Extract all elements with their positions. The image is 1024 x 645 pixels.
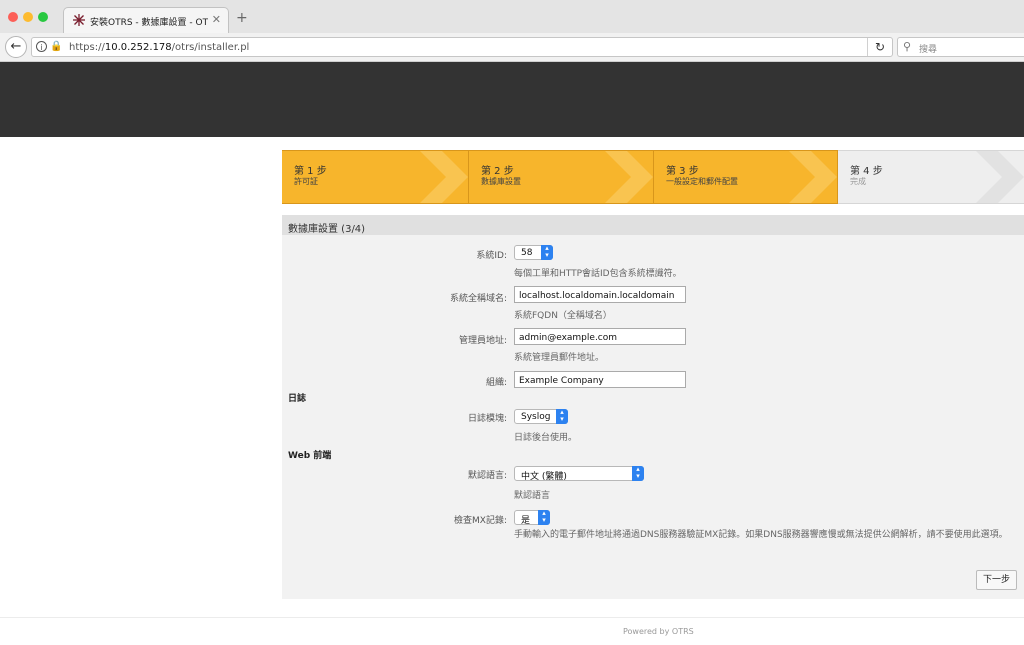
- default-language-value: 中文 (繁體): [521, 472, 567, 482]
- chevron-icon: [789, 151, 837, 203]
- fqdn-label: 系統全稱域名:: [449, 294, 507, 304]
- database-settings-panel: 數據庫設置 (3/4) 系統ID: 58 ▴ ▾ 每個工單和HTTP會話ID包含系…: [282, 215, 1024, 599]
- panel-title: 數據庫設置 (3/4): [288, 224, 366, 235]
- step-number: 第 1 步: [294, 166, 327, 177]
- window-maximize-button[interactable]: [38, 12, 48, 22]
- select-arrows-icon: ▴ ▾: [541, 245, 553, 260]
- admin-email-label: 管理員地址:: [458, 336, 507, 346]
- footer-divider: [0, 617, 1024, 618]
- log-module-hint: 日誌後台使用。: [514, 433, 578, 443]
- organization-label: 組織:: [485, 378, 507, 388]
- step-3: 第 3 步 一般設定和郵件配置: [654, 150, 838, 204]
- chevron-icon: [976, 151, 1024, 203]
- insecure-lock-icon[interactable]: 🔒: [50, 41, 62, 52]
- info-icon[interactable]: i: [36, 41, 47, 52]
- step-label: 完成: [850, 177, 866, 186]
- system-id-value: 58: [521, 248, 533, 258]
- system-id-select[interactable]: 58 ▴ ▾: [514, 245, 553, 260]
- system-id-label: 系統ID:: [476, 251, 507, 261]
- log-module-label: 日誌模塊:: [467, 414, 507, 424]
- step-number: 第 3 步: [666, 166, 699, 177]
- admin-email-input[interactable]: [514, 328, 686, 345]
- step-4: 第 4 步 完成: [838, 150, 1024, 204]
- url-host: 10.0.252.178: [104, 42, 172, 53]
- browser-navbar: ← i 🔒 https://10.0.252.178/otrs/installe…: [0, 33, 1024, 62]
- default-language-label: 默認語言:: [467, 471, 507, 481]
- step-label: 一般設定和郵件配置: [666, 177, 738, 186]
- log-module-select[interactable]: Syslog ▴ ▾: [514, 409, 568, 424]
- tab-title: 安裝OTRS - 數據庫設置 - OTRS: [90, 18, 208, 28]
- check-mx-label: 檢查MX記錄:: [454, 516, 507, 526]
- select-arrows-icon: ▴ ▾: [632, 466, 644, 481]
- url-path: /otrs/installer.pl: [171, 42, 250, 53]
- search-input[interactable]: ⚲ 搜尋: [897, 37, 1024, 57]
- default-language-select[interactable]: 中文 (繁體) ▴ ▾: [514, 466, 644, 482]
- log-module-value: Syslog: [521, 412, 551, 422]
- next-button[interactable]: 下一步: [976, 570, 1017, 590]
- step-label: 許可証: [294, 177, 318, 186]
- fqdn-hint: 系統FQDN（全稱域名）: [514, 311, 612, 321]
- chevron-icon: [605, 151, 653, 203]
- default-language-hint: 默認語言: [514, 491, 551, 501]
- browser-tab[interactable]: 安裝OTRS - 數據庫設置 - OTRS ✕: [63, 7, 229, 33]
- step-number: 第 2 步: [481, 166, 514, 177]
- window-close-button[interactable]: [8, 12, 18, 22]
- check-mx-select[interactable]: 是 ▴ ▾: [514, 510, 550, 526]
- otrs-favicon-icon: [73, 14, 85, 26]
- url-prefix: https://: [69, 42, 105, 53]
- step-1: 第 1 步 許可証: [282, 150, 468, 204]
- installer-steps: 第 1 步 許可証 第 2 步 數據庫設置 第 3 步 一般設定和郵件配置 第 …: [282, 150, 1024, 204]
- check-mx-hint: 手動輸入的電子郵件地址將通過DNS服務器驗証MX記錄。如果DNS服務器響應慢或無…: [514, 530, 1008, 540]
- url-text: https://10.0.252.178/otrs/installer.pl: [69, 42, 249, 53]
- organization-input[interactable]: [514, 371, 686, 388]
- check-mx-value: 是: [521, 516, 531, 526]
- system-id-hint: 每個工單和HTTP會話ID包含系統標識符。: [514, 269, 682, 279]
- chevron-icon: [420, 151, 468, 203]
- select-arrows-icon: ▴ ▾: [538, 510, 550, 525]
- log-section-heading: 日誌: [288, 394, 307, 404]
- reload-icon[interactable]: ↻: [867, 38, 892, 56]
- tab-close-icon[interactable]: ✕: [212, 13, 221, 26]
- panel-header: 數據庫設置 (3/4): [282, 215, 1024, 235]
- web-section-heading: Web 前端: [288, 451, 332, 461]
- browser-titlebar: 安裝OTRS - 數據庫設置 - OTRS ✕ +: [0, 0, 1024, 34]
- admin-email-hint: 系統管理員郵件地址。: [514, 353, 605, 363]
- address-bar[interactable]: i 🔒 https://10.0.252.178/otrs/installer.…: [31, 37, 893, 57]
- search-placeholder: 搜尋: [919, 45, 938, 55]
- window-minimize-button[interactable]: [23, 12, 33, 22]
- new-tab-icon[interactable]: +: [236, 11, 248, 25]
- step-2: 第 2 步 數據庫設置: [469, 150, 653, 204]
- step-label: 數據庫設置: [481, 177, 521, 186]
- select-arrows-icon: ▴ ▾: [556, 409, 568, 424]
- powered-by: Powered by OTRS: [623, 627, 694, 636]
- back-button[interactable]: ←: [5, 36, 27, 58]
- search-icon: ⚲: [903, 40, 912, 53]
- step-number: 第 4 步: [850, 166, 883, 177]
- page-header: [0, 62, 1024, 137]
- fqdn-input[interactable]: [514, 286, 686, 303]
